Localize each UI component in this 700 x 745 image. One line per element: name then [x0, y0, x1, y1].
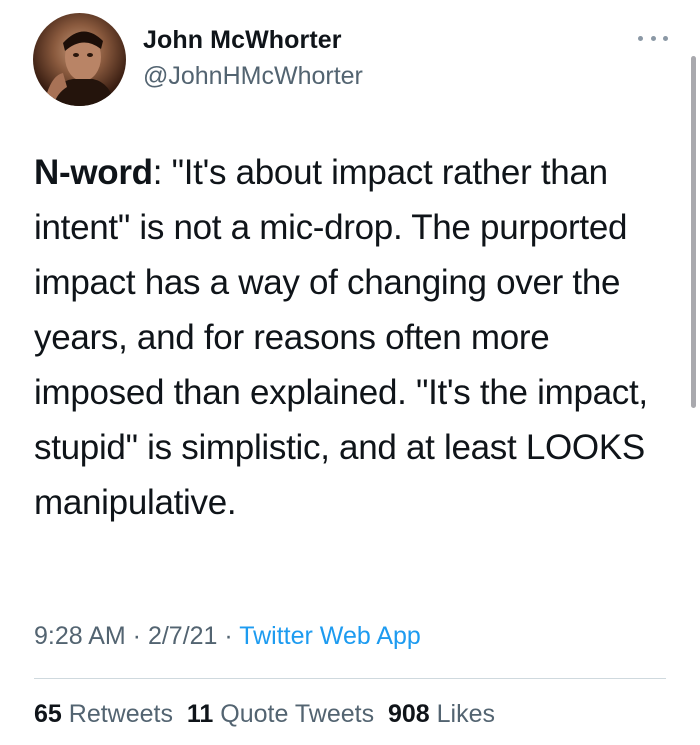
- author-handle[interactable]: @JohnHMcWhorter: [143, 62, 363, 91]
- tweet-time[interactable]: 9:28 AM: [34, 622, 126, 650]
- likes-count: 908: [387, 700, 430, 728]
- author-name[interactable]: John McWhorter: [143, 26, 342, 55]
- tweet-source-link[interactable]: Twitter Web App: [239, 622, 421, 650]
- more-dot-icon: [650, 35, 656, 41]
- meta-separator: ·: [125, 622, 148, 650]
- divider: [34, 678, 666, 679]
- retweets-count: 65: [34, 700, 62, 728]
- tweet-stats: 65 Retweets 11 Quote Tweets 908 Likes: [34, 700, 495, 729]
- likes-label: Likes: [436, 700, 496, 728]
- quote-tweets-count: 11: [186, 700, 214, 728]
- more-dot-icon: [663, 35, 668, 41]
- quote-tweets-label: Quote Tweets: [220, 700, 375, 728]
- more-dot-icon: [638, 35, 643, 41]
- avatar-portrait-image: [47, 31, 115, 106]
- tweet-lead: N-word: [34, 153, 153, 192]
- meta-separator: ·: [217, 622, 240, 650]
- tweet-date[interactable]: 2/7/21: [148, 622, 218, 650]
- more-options-icon[interactable]: [638, 28, 668, 48]
- quote-tweets-stat[interactable]: 11 Quote Tweets: [187, 700, 374, 728]
- avatar[interactable]: [33, 13, 126, 106]
- tweet-text: N-word: "It's about impact rather than i…: [34, 145, 674, 530]
- likes-stat[interactable]: 908 Likes: [388, 700, 495, 728]
- retweets-label: Retweets: [68, 700, 173, 728]
- tweet-body: : "It's about impact rather than intent"…: [34, 153, 648, 522]
- tweet-meta: 9:28 AM · 2/7/21 · Twitter Web App: [34, 622, 421, 651]
- scrollbar[interactable]: [691, 56, 696, 408]
- retweets-stat[interactable]: 65 Retweets: [34, 700, 173, 728]
